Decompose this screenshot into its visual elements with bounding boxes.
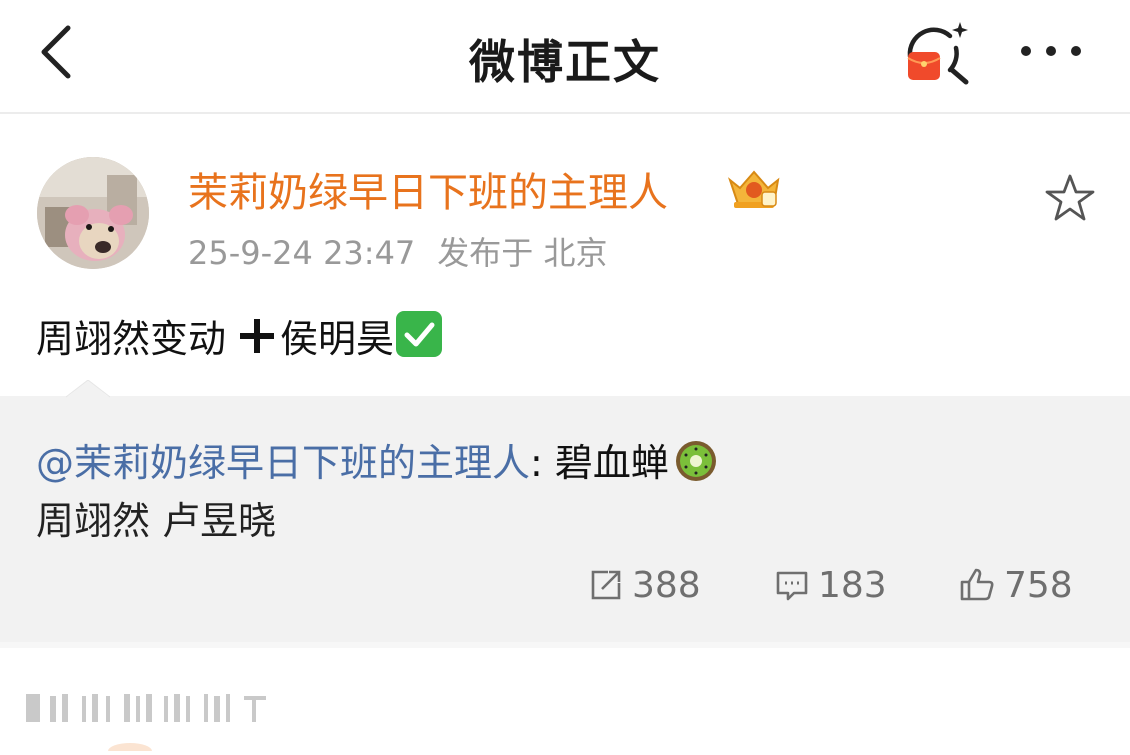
favorite-star-icon[interactable]	[1042, 170, 1098, 226]
repost-line-2: 周翊然 卢昱晓	[36, 499, 277, 543]
blurred-text	[24, 690, 274, 724]
comment-count-button[interactable]: 183	[774, 562, 887, 608]
crown-badge-icon[interactable]	[724, 166, 784, 212]
avatar[interactable]	[37, 157, 149, 269]
red-packet-search-icon[interactable]	[900, 18, 976, 88]
like-count-button[interactable]: 758	[958, 562, 1073, 608]
post-meta: 25-9-24 23:47 发布于 北京	[188, 228, 607, 274]
repost-pointer	[65, 379, 111, 398]
like-count: 758	[1004, 564, 1073, 606]
repost-line-1: @茉莉奶绿早日下班的主理人: 碧血蝉	[36, 432, 719, 487]
repost-count: 388	[632, 564, 701, 606]
comment-count: 183	[818, 564, 887, 606]
repost-text: : 碧血蝉	[530, 441, 669, 485]
plus-icon	[240, 318, 275, 353]
section-divider	[0, 642, 1130, 648]
timestamp: 25-9-24 23:47	[188, 234, 416, 272]
post-text-before: 周翊然变动	[36, 317, 227, 361]
green-check-icon	[396, 310, 443, 357]
repost-user-mention[interactable]: @茉莉奶绿早日下班的主理人	[36, 432, 530, 487]
post-text: 周翊然变动 侯明昊	[36, 308, 443, 363]
kiwi-icon	[673, 437, 719, 483]
more-options-icon[interactable]	[1016, 38, 1086, 64]
post-text-after: 侯明昊	[280, 317, 395, 361]
location: 发布于 北京	[437, 234, 608, 272]
blurred-blob	[60, 736, 210, 755]
repost-count-button[interactable]: 388	[588, 562, 701, 608]
author-name[interactable]: 茉莉奶绿早日下班的主理人	[188, 160, 668, 218]
